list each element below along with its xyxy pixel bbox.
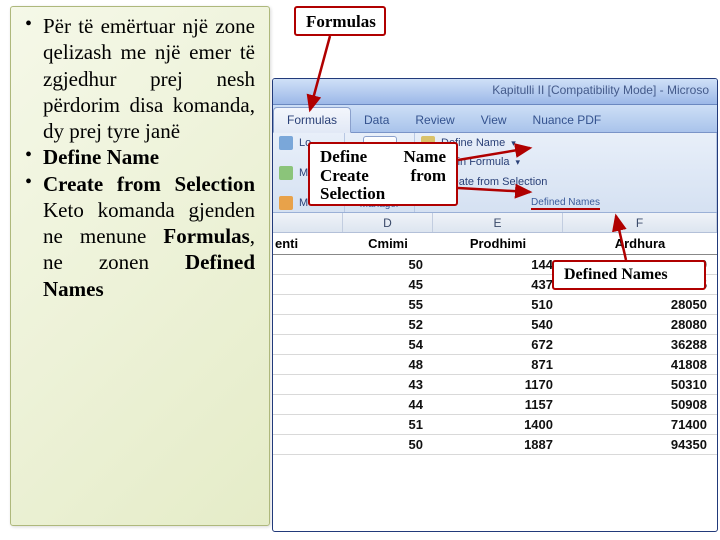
header-prodhimi: Prodhimi (433, 233, 563, 255)
function-icon (279, 166, 293, 180)
col-letter[interactable]: E (433, 213, 563, 232)
cell[interactable]: 672 (433, 335, 563, 355)
ribbon-group-defined-names: Define Name ▾ fx Use in Formula ▾ Create… (415, 133, 717, 212)
cell[interactable]: 48 (343, 355, 433, 375)
table-row[interactable]: 4887141808 (273, 355, 717, 375)
cell[interactable]: 1400 (433, 415, 563, 435)
cell[interactable] (273, 335, 343, 355)
cell[interactable]: 540 (433, 315, 563, 335)
cell[interactable]: 50 (343, 255, 433, 275)
callout-formulas: Formulas (294, 6, 386, 36)
cell[interactable]: 1170 (433, 375, 563, 395)
cell[interactable] (273, 375, 343, 395)
dropdown-arrow-icon: ▾ (511, 138, 516, 149)
header-enti: enti (273, 233, 343, 255)
ribbon-tabs: Formulas Data Review View Nuance PDF (273, 105, 717, 133)
ribbon-item[interactable]: M (299, 167, 308, 179)
table-row[interactable]: 5551028050 (273, 295, 717, 315)
tab-data[interactable]: Data (351, 108, 402, 132)
cell[interactable] (273, 255, 343, 275)
table-row[interactable]: 43117050310 (273, 375, 717, 395)
cell[interactable]: 50310 (563, 375, 717, 395)
bullet-icon: • (25, 144, 43, 170)
header-ardhura: Ardhura (563, 233, 717, 255)
cell[interactable]: 144 (433, 255, 563, 275)
table-row[interactable]: 5467236288 (273, 335, 717, 355)
function-icon (279, 196, 293, 210)
defined-names-text: Defined Names (531, 197, 600, 210)
cell[interactable]: 50 (343, 435, 433, 455)
ribbon-item[interactable]: M (299, 197, 308, 209)
cell[interactable] (273, 275, 343, 295)
column-headers-row: D E F (273, 213, 717, 233)
cell[interactable]: 52 (343, 315, 433, 335)
tab-formulas[interactable]: Formulas (273, 107, 351, 133)
window-title: Kapitulli II [Compatibility Mode] - Micr… (492, 83, 709, 97)
cell[interactable]: 50908 (563, 395, 717, 415)
callout-define-create: Define Name Create from Selection (308, 142, 458, 206)
tab-nuance-pdf[interactable]: Nuance PDF (520, 108, 615, 132)
cell[interactable] (273, 315, 343, 335)
left-text-panel: • Për të emërtuar një zone qelizash me n… (10, 6, 270, 526)
cell[interactable]: 54 (343, 335, 433, 355)
create-from-selection-label: Create from Selection (43, 172, 255, 196)
table-row[interactable]: 50188794350 (273, 435, 717, 455)
function-icon (279, 136, 293, 150)
bullet-list: • Për të emërtuar një zone qelizash me n… (25, 13, 255, 302)
list-text-1: Për të emërtuar një zone qelizash me një… (43, 13, 255, 144)
create-from-selection-button[interactable]: Create from Selection (421, 175, 710, 189)
cell[interactable]: 45 (343, 275, 433, 295)
table-header-row: enti Cmimi Prodhimi Ardhura (273, 233, 717, 255)
list-item: • Për të emërtuar një zone qelizash me n… (25, 13, 255, 144)
cell[interactable]: 71400 (563, 415, 717, 435)
col-letter[interactable]: D (343, 213, 433, 232)
cell[interactable] (273, 295, 343, 315)
cell[interactable]: 43 (343, 375, 433, 395)
callout-defined-names: Defined Names (552, 260, 706, 290)
table-row[interactable]: 44115750908 (273, 395, 717, 415)
tab-review[interactable]: Review (402, 108, 467, 132)
header-cmimi: Cmimi (343, 233, 433, 255)
use-in-formula-button[interactable]: fx Use in Formula ▾ (421, 156, 710, 168)
cell[interactable]: 94350 (563, 435, 717, 455)
cell[interactable]: 28050 (563, 295, 717, 315)
tab-view[interactable]: View (468, 108, 520, 132)
cell[interactable]: 510 (433, 295, 563, 315)
cell[interactable] (273, 415, 343, 435)
bullet-icon: • (25, 171, 43, 302)
cell[interactable] (273, 435, 343, 455)
cell[interactable] (273, 355, 343, 375)
list-item: • Define Name (25, 144, 255, 170)
define-name-button[interactable]: Define Name ▾ (421, 136, 710, 150)
col-letter[interactable]: F (563, 213, 717, 232)
cell[interactable]: 28080 (563, 315, 717, 335)
cell[interactable]: 36288 (563, 335, 717, 355)
list-text-2: Define Name (43, 144, 255, 170)
table-row[interactable]: 51140071400 (273, 415, 717, 435)
cell[interactable]: 1157 (433, 395, 563, 415)
cell[interactable]: 55 (343, 295, 433, 315)
defined-names-group-label: Defined Names (421, 197, 710, 210)
cell[interactable] (273, 395, 343, 415)
cell[interactable]: 1887 (433, 435, 563, 455)
cell[interactable]: 871 (433, 355, 563, 375)
list-item: • Create from Selection Keto komanda gje… (25, 171, 255, 302)
cell[interactable]: 437 (433, 275, 563, 295)
bullet-icon: • (25, 13, 43, 144)
cell[interactable]: 44 (343, 395, 433, 415)
cell[interactable]: 51 (343, 415, 433, 435)
list-text-3: Create from Selection Keto komanda gjend… (43, 171, 255, 302)
titlebar: Kapitulli II [Compatibility Mode] - Micr… (273, 79, 717, 105)
dropdown-arrow-icon: ▾ (516, 157, 521, 168)
formulas-word: Formulas (163, 224, 249, 248)
table-row[interactable]: 5254028080 (273, 315, 717, 335)
cell[interactable]: 41808 (563, 355, 717, 375)
